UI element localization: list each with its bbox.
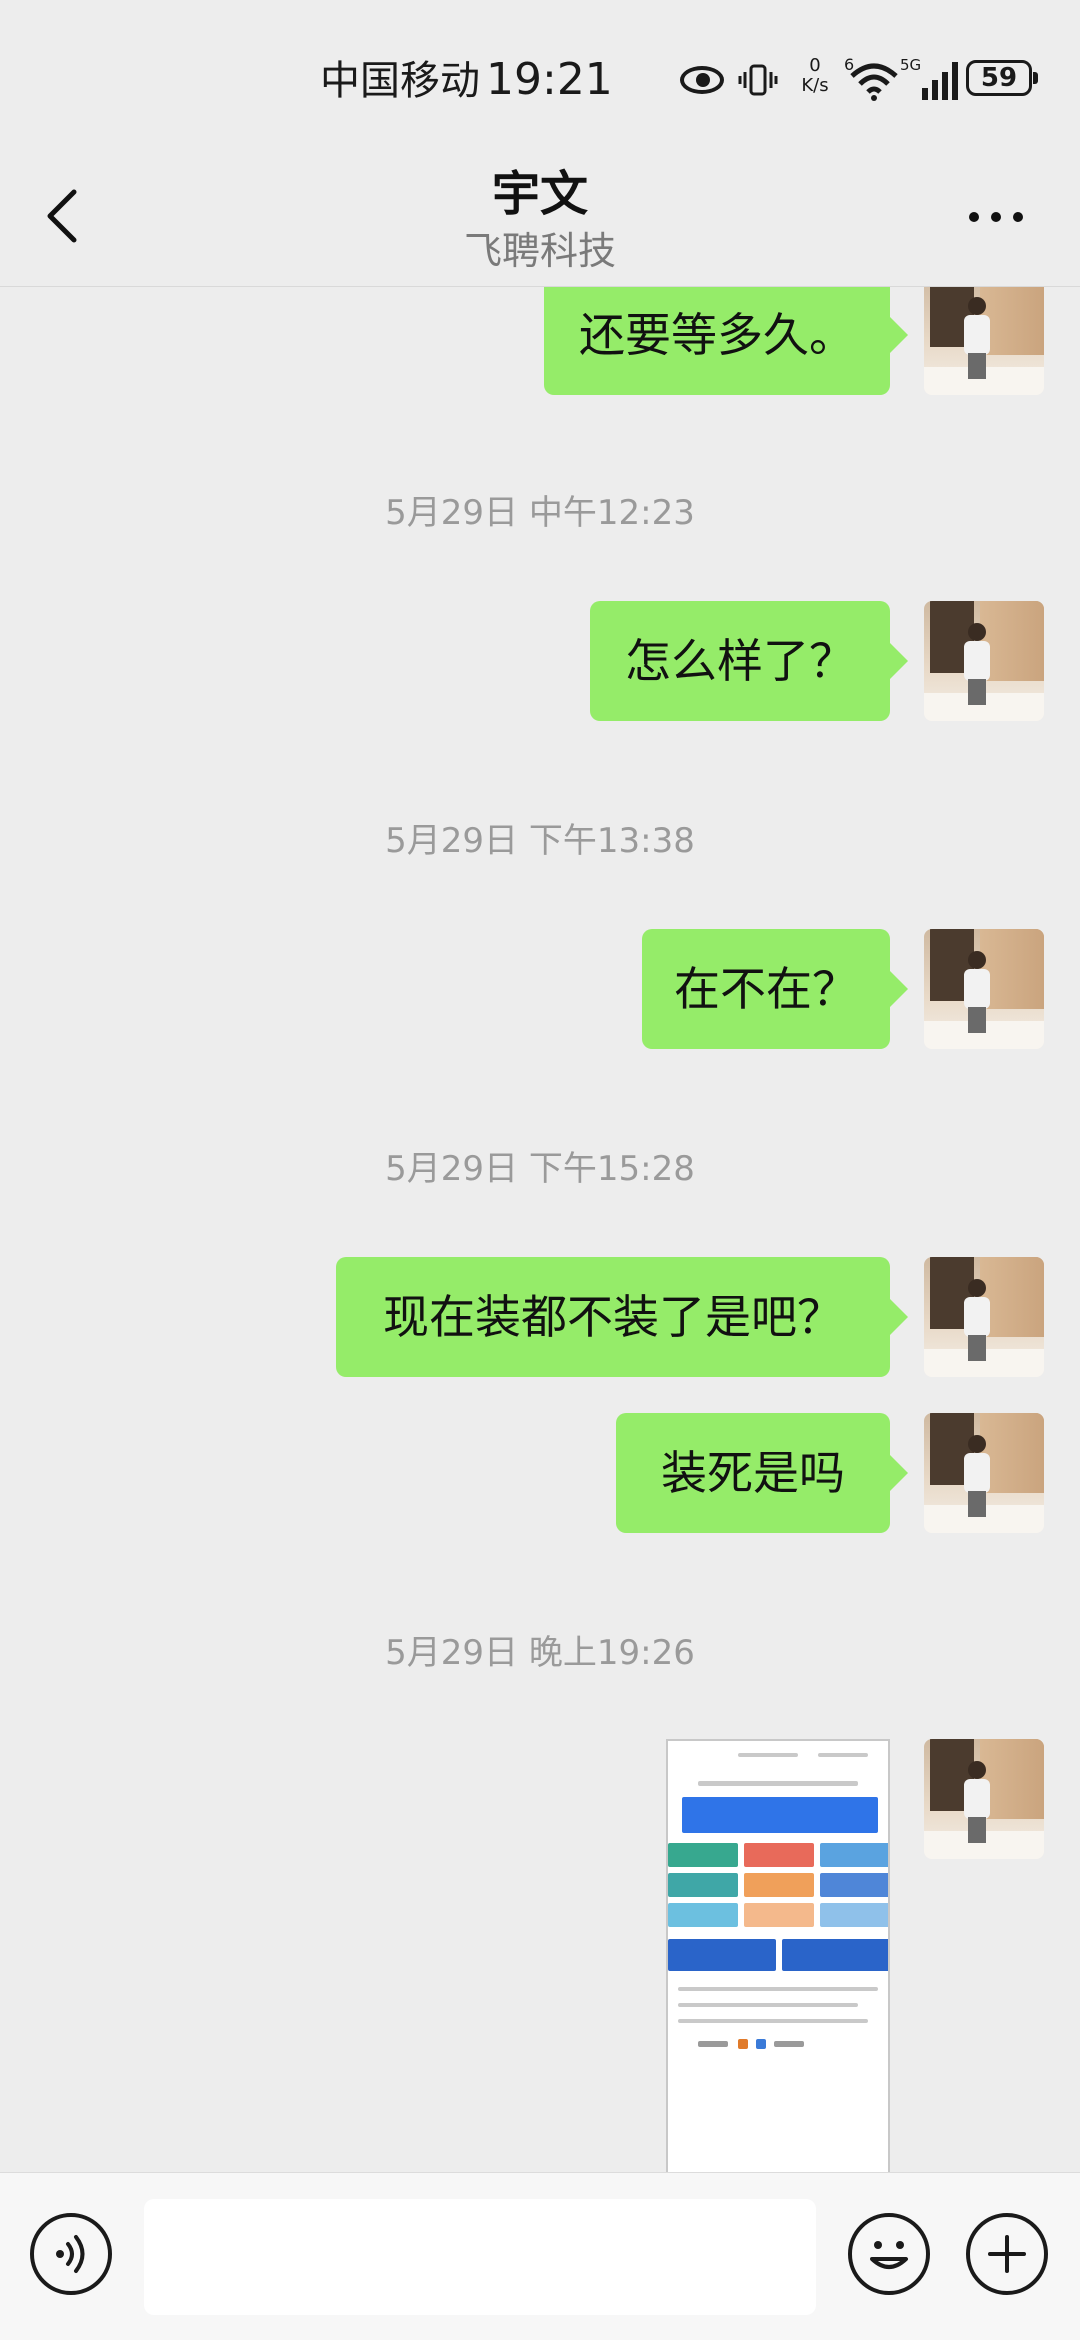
wifi-icon: 6 [844,55,898,101]
network-type: 5G [900,56,921,74]
avatar[interactable] [924,929,1044,1049]
message-input[interactable] [144,2199,816,2315]
status-bar: 中国移动 19:21 0 K/s 6 5G 59 [0,0,1080,150]
speed-unit: K/s [801,75,829,96]
carrier-time: 中国移动 19:21 [320,48,613,106]
timestamp: 5月29日 下午13:38 [385,821,695,861]
plus-button[interactable] [966,2213,1048,2295]
message-text: 还要等多久。 [579,308,855,362]
carrier-name: 中国移动 [320,58,480,104]
avatar[interactable] [924,601,1044,721]
avatar[interactable] [924,287,1044,395]
clock: 19:21 [486,54,613,105]
avatar[interactable] [924,1413,1044,1533]
timestamp: 5月29日 晚上19:26 [385,1633,695,1673]
wifi-badge: 6 [844,55,854,74]
chat-header: 宇文 飞聘科技 [0,150,1080,287]
message-bubble[interactable]: 怎么样了？ [590,601,908,721]
image-message[interactable] [666,1739,890,2172]
chat-screen: 中国移动 19:21 0 K/s 6 5G 59 宇文 飞聘科技 还要等多久。 … [0,0,1080,2340]
timestamp: 5月29日 中午12:23 [385,493,695,533]
message-bubble[interactable]: 装死是吗 [616,1413,908,1533]
emoji-button[interactable] [848,2213,930,2295]
voice-icon [56,2235,85,2273]
message-text: 在不在？ [674,962,858,1016]
message-list[interactable]: 还要等多久。 5月29日 中午12:23 怎么样了？ 5月29日 下午13:38… [0,287,1080,2172]
contact-company: 飞聘科技 [463,229,616,273]
message-bubble[interactable]: 现在装都不装了是吧？ [336,1257,908,1377]
emoji-icon [870,2241,908,2269]
eye-icon [680,66,724,94]
message-text: 现在装都不装了是吧？ [383,1290,843,1344]
message-text: 装死是吗 [661,1446,845,1500]
speed-value: 0 [809,55,821,76]
message-text: 怎么样了？ [625,634,855,688]
contact-name: 宇文 [491,166,588,222]
avatar[interactable] [924,1257,1044,1377]
more-dots-icon[interactable] [966,210,1026,224]
avatar[interactable] [924,1739,1044,1859]
input-bar [0,2172,1080,2340]
signal-icon: 5G [900,56,958,100]
battery-level: 59 [980,63,1018,93]
battery-icon: 59 [966,60,1038,96]
voice-button[interactable] [30,2213,112,2295]
plus-icon [988,2235,1026,2273]
network-speed: 0 K/s [794,56,836,96]
message-bubble[interactable]: 还要等多久。 [544,287,908,395]
timestamp: 5月29日 下午15:28 [385,1149,695,1189]
vibrate-icon [738,64,778,96]
message-bubble[interactable]: 在不在？ [642,929,908,1049]
